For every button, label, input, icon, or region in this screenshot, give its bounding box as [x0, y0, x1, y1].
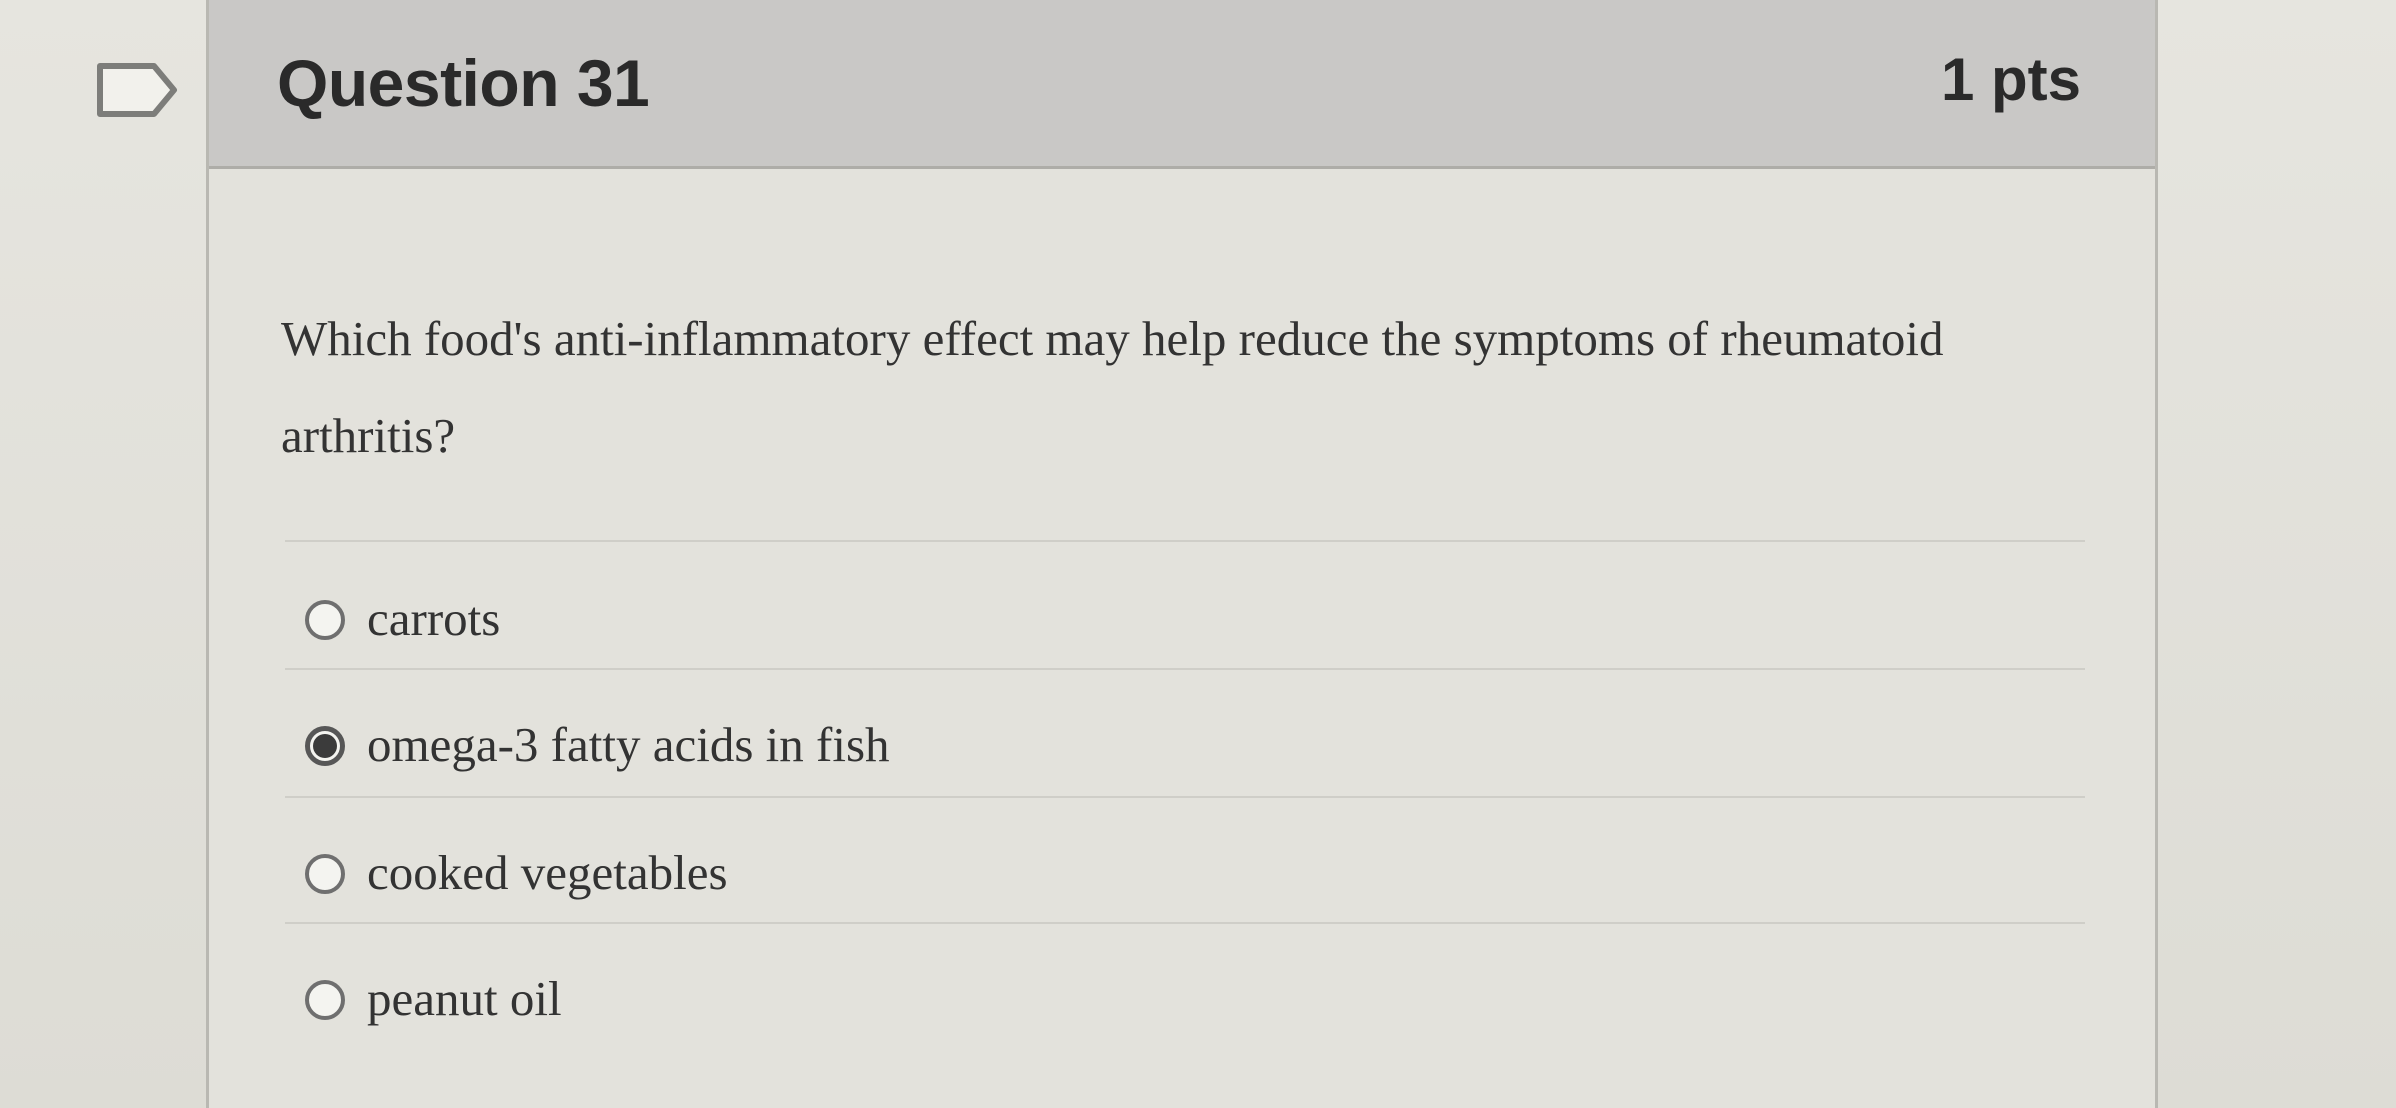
- answer-divider: [285, 922, 2085, 924]
- answer-divider: [285, 668, 2085, 670]
- answers-separator: [285, 540, 2085, 542]
- answer-divider: [285, 796, 2085, 798]
- answer-option-omega-3-fatty-acids-in-fish[interactable]: omega-3 fatty acids in fish: [305, 712, 2005, 782]
- radio-unselected-icon[interactable]: [305, 854, 345, 894]
- answer-label[interactable]: carrots: [367, 586, 500, 652]
- question-points: 1 pts: [1940, 46, 2081, 113]
- question-text: Which food's anti-inflammatory effect ma…: [281, 311, 1944, 463]
- answer-label[interactable]: peanut oil: [367, 966, 562, 1032]
- answer-option-carrots[interactable]: carrots: [305, 586, 2005, 656]
- answer-label[interactable]: cooked vegetables: [367, 840, 728, 906]
- answer-label[interactable]: omega-3 fatty acids in fish: [367, 712, 890, 778]
- radio-unselected-icon[interactable]: [305, 600, 345, 640]
- flag-question-icon[interactable]: [96, 62, 178, 118]
- radio-selected-icon[interactable]: [305, 726, 345, 766]
- question-title: Question 31: [277, 46, 650, 120]
- radio-unselected-icon[interactable]: [305, 980, 345, 1020]
- answer-option-cooked-vegetables[interactable]: cooked vegetables: [305, 840, 2005, 910]
- question-header: Question 31 1 pts: [209, 0, 2155, 169]
- radio-selected-dot: [313, 734, 337, 758]
- answer-option-peanut-oil[interactable]: peanut oil: [305, 966, 2005, 1036]
- question-card: Question 31 1 pts Which food's anti-infl…: [206, 0, 2158, 1108]
